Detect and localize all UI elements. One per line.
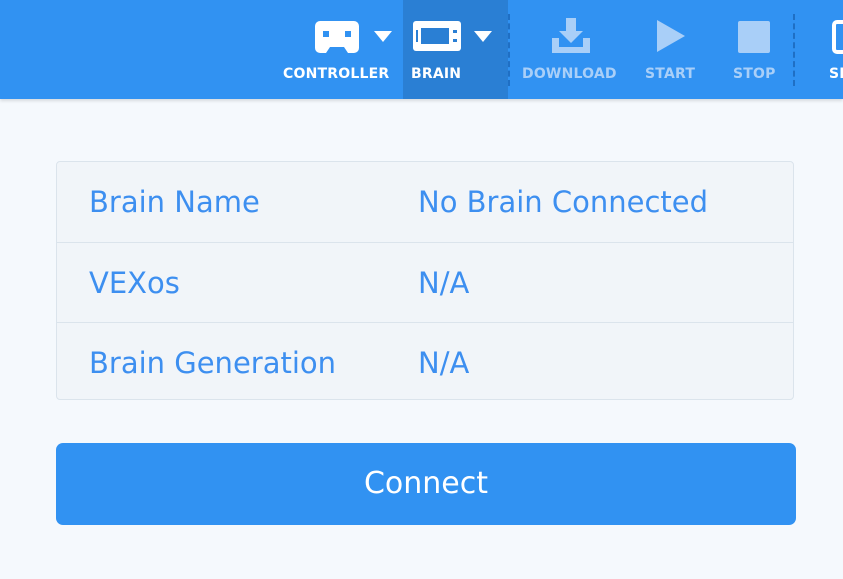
brain-name-value: No Brain Connected <box>418 185 709 219</box>
toolbar: CONTROLLER BRAIN DOWNLOAD START STOP S <box>0 0 843 99</box>
chevron-down-icon[interactable] <box>374 31 392 42</box>
brain-label: BRAIN <box>411 66 462 82</box>
brain-generation-value: N/A <box>418 346 470 380</box>
download-icon <box>552 18 590 53</box>
start-button[interactable]: START <box>636 0 706 99</box>
brain-generation-key: Brain Generation <box>89 346 337 380</box>
vexos-value: N/A <box>418 266 470 300</box>
download-label: DOWNLOAD <box>522 66 617 82</box>
toolbar-divider <box>793 14 795 86</box>
brain-info-table: Brain Name No Brain Connected VEXos N/A … <box>56 161 794 400</box>
info-row-vexos: VEXos N/A <box>57 242 793 323</box>
info-row-brain-generation: Brain Generation N/A <box>57 322 793 403</box>
stop-label: STOP <box>733 66 776 82</box>
share-icon <box>832 20 843 54</box>
chevron-down-icon[interactable] <box>474 31 492 42</box>
toolbar-divider <box>508 14 510 86</box>
stop-button[interactable]: STOP <box>722 0 786 99</box>
controller-icon <box>315 21 359 53</box>
brain-icon <box>413 21 461 51</box>
play-icon <box>657 20 685 52</box>
info-row-brain-name: Brain Name No Brain Connected <box>57 162 793 242</box>
controller-button[interactable]: CONTROLLER <box>280 0 398 99</box>
share-button[interactable]: SH <box>815 0 843 99</box>
controller-label: CONTROLLER <box>283 66 390 82</box>
vexos-key: VEXos <box>89 266 180 300</box>
stop-icon <box>738 21 770 53</box>
brain-name-key: Brain Name <box>89 185 260 219</box>
share-label: SH <box>829 66 843 82</box>
connect-button[interactable]: Connect <box>56 443 796 525</box>
start-label: START <box>645 66 696 82</box>
brain-button[interactable]: BRAIN <box>403 0 508 99</box>
download-button[interactable]: DOWNLOAD <box>518 0 626 99</box>
